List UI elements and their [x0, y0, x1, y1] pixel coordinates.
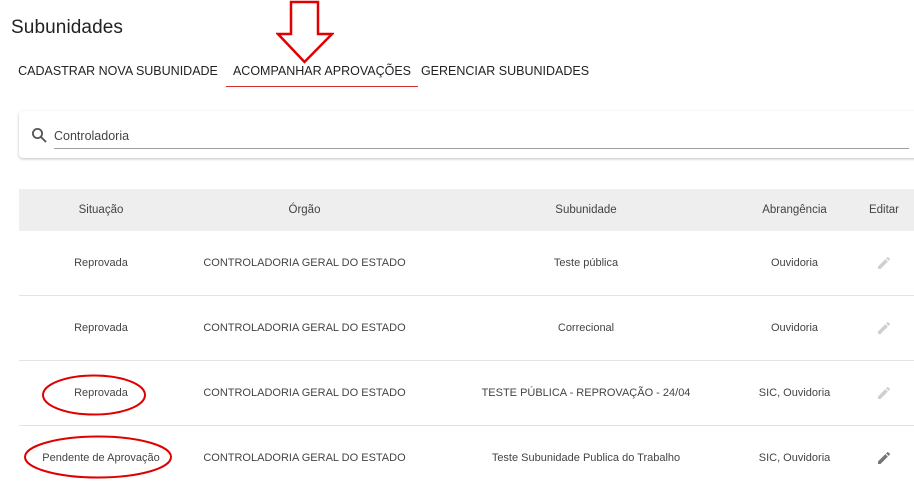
cell-subunidade: Teste Subunidade Publica do Trabalho [491, 452, 681, 464]
cell-subunidade: TESTE PÚBLICA - REPROVAÇÃO - 24/04 [481, 387, 691, 399]
search-card [19, 111, 914, 158]
table-row: Reprovada CONTROLADORIA GERAL DO ESTADO … [19, 231, 914, 296]
cell-editar [843, 361, 914, 425]
search-input[interactable] [54, 126, 909, 149]
cell-abrangencia: Ouvidoria [770, 257, 819, 269]
cell-subunidade: Correcional [557, 322, 615, 334]
cell-situacao: Pendente de Aprovação [42, 452, 160, 464]
header-subunidade: Subunidade [555, 204, 617, 216]
cell-editar [843, 426, 914, 490]
edit-pencil-icon[interactable] [876, 255, 892, 271]
page-title: Subunidades [11, 17, 124, 38]
cell-orgao: CONTROLADORIA GERAL DO ESTADO [203, 257, 406, 269]
cell-editar [843, 296, 914, 360]
cell-orgao: CONTROLADORIA GERAL DO ESTADO [203, 452, 406, 464]
header-situacao: Situação [78, 204, 124, 216]
tab-gerenciar-subunidades[interactable]: GERENCIAR SUBUNIDADES [419, 58, 591, 86]
edit-pencil-icon[interactable] [876, 450, 892, 466]
cell-subunidade: Teste pública [553, 257, 619, 269]
table-row: Reprovada CONTROLADORIA GERAL DO ESTADO … [19, 361, 914, 426]
approvals-table: Situação Órgão Subunidade Abrangência Ed… [19, 189, 914, 490]
edit-pencil-icon[interactable] [876, 320, 892, 336]
header-orgao: Órgão [288, 204, 321, 216]
header-abrangencia: Abrangência [762, 204, 827, 216]
cell-abrangencia: SIC, Ouvidoria [758, 452, 831, 464]
cell-orgao: CONTROLADORIA GERAL DO ESTADO [203, 387, 406, 399]
header-editar: Editar [868, 204, 900, 216]
cell-situacao: Reprovada [74, 322, 128, 334]
annotation-arrow-icon [276, 0, 334, 64]
cell-situacao: Reprovada [74, 257, 128, 269]
cell-editar [843, 231, 914, 295]
search-icon[interactable] [31, 127, 47, 143]
edit-pencil-icon[interactable] [876, 385, 892, 401]
cell-orgao: CONTROLADORIA GERAL DO ESTADO [203, 322, 406, 334]
tab-cadastrar-nova-subunidade[interactable]: CADASTRAR NOVA SUBUNIDADE [11, 58, 225, 86]
cell-situacao: Reprovada [74, 387, 128, 399]
cell-abrangencia: SIC, Ouvidoria [758, 387, 831, 399]
table-row: Pendente de Aprovação CONTROLADORIA GERA… [19, 426, 914, 490]
cell-abrangencia: Ouvidoria [770, 322, 819, 334]
table-header: Situação Órgão Subunidade Abrangência Ed… [19, 189, 914, 231]
table-row: Reprovada CONTROLADORIA GERAL DO ESTADO … [19, 296, 914, 361]
